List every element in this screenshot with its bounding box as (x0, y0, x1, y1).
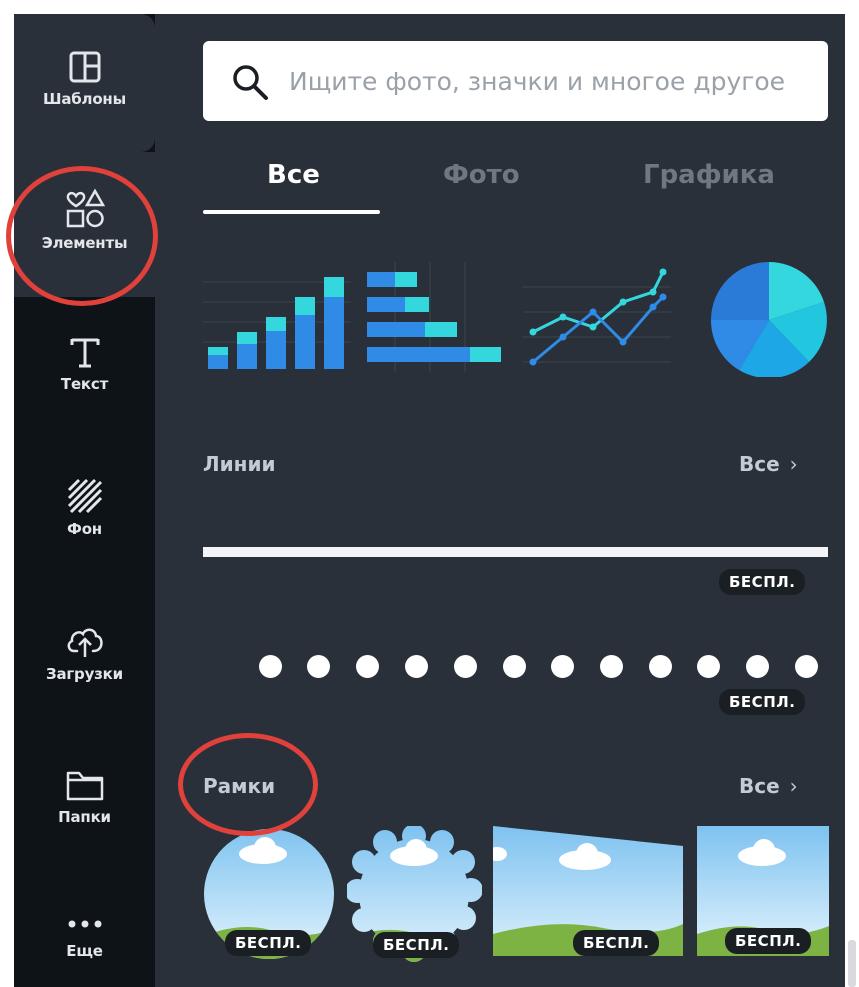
folder-icon (66, 771, 103, 801)
chart-hbar-thumbnail[interactable] (365, 262, 513, 377)
chevron-right-icon: › (789, 452, 798, 476)
sidebar-item-label: Папки (58, 808, 111, 826)
frame-circle[interactable]: БЕСПЛ. (203, 826, 338, 961)
sidebar-item-label: Еще (66, 942, 103, 960)
frame-scalloped[interactable]: БЕСПЛ. (347, 826, 482, 966)
tab-all[interactable]: Все (267, 160, 320, 190)
line-item-solid[interactable]: БЕСПЛ. (203, 534, 828, 595)
lines-see-all-link[interactable]: Все › (739, 452, 798, 476)
app-frame: Шаблоны Элементы Текст Фон Загрузки Папк… (0, 0, 859, 987)
frames-see-all-link[interactable]: Все › (739, 774, 798, 798)
free-badge: БЕСПЛ. (725, 928, 812, 954)
layout-icon (69, 51, 100, 83)
search-box[interactable] (203, 41, 828, 121)
chart-bar-thumbnail[interactable] (203, 262, 351, 377)
search-icon (233, 65, 268, 100)
sidebar-item-label: Текст (60, 375, 109, 393)
elements-panel: Все Фото Графика (155, 14, 845, 987)
free-badge: БЕСПЛ. (719, 569, 806, 595)
sidebar-item-label: Шаблоны (43, 90, 126, 108)
frame-skewed[interactable]: БЕСПЛ. (493, 826, 683, 966)
cloud-upload-icon (67, 628, 103, 657)
sidebar-item-uploads[interactable]: Загрузки (14, 587, 155, 732)
see-all-label: Все (739, 452, 780, 476)
sidebar-item-folders[interactable]: Папки (14, 732, 155, 872)
see-all-label: Все (739, 774, 780, 798)
tab-graphics[interactable]: Графика (643, 160, 775, 190)
dotted-line-preview (259, 655, 829, 679)
sidebar-item-more[interactable]: Еще (14, 872, 155, 987)
free-badge: БЕСПЛ. (573, 930, 660, 956)
active-tab-indicator (203, 210, 380, 214)
sidebar-item-label: Фон (67, 520, 102, 538)
sidebar: Шаблоны Элементы Текст Фон Загрузки Папк… (14, 14, 155, 987)
free-badge: БЕСПЛ. (719, 689, 806, 715)
free-badge: БЕСПЛ. (373, 932, 460, 958)
text-icon (70, 338, 99, 368)
frame-rectangle[interactable]: БЕСПЛ. (697, 826, 829, 961)
chart-pie-thumbnail[interactable] (695, 262, 843, 377)
tab-photos[interactable]: Фото (443, 160, 520, 190)
chevron-right-icon: › (789, 774, 798, 798)
scrollbar-thumb[interactable] (848, 940, 856, 987)
solid-line-preview (203, 547, 828, 557)
shapes-icon (66, 188, 105, 228)
category-tabs: Все Фото Графика (203, 154, 828, 214)
sidebar-item-elements[interactable]: Элементы (14, 152, 155, 297)
free-badge: БЕСПЛ. (225, 930, 312, 956)
sidebar-item-templates[interactable]: Шаблоны (14, 14, 155, 152)
sidebar-item-background[interactable]: Фон (14, 442, 155, 587)
search-input[interactable] (289, 55, 809, 107)
lines-section-title: Линии (203, 452, 276, 476)
charts-row (203, 262, 828, 387)
frames-section-title: Рамки (203, 774, 276, 798)
background-stripes-icon (67, 478, 102, 514)
line-item-dotted[interactable]: БЕСПЛ. (203, 649, 829, 715)
sidebar-item-text[interactable]: Текст (14, 297, 155, 442)
chart-line-thumbnail[interactable] (523, 262, 671, 377)
sidebar-item-label: Элементы (41, 234, 128, 252)
more-dots-icon (68, 920, 101, 928)
sidebar-item-label: Загрузки (46, 665, 123, 683)
